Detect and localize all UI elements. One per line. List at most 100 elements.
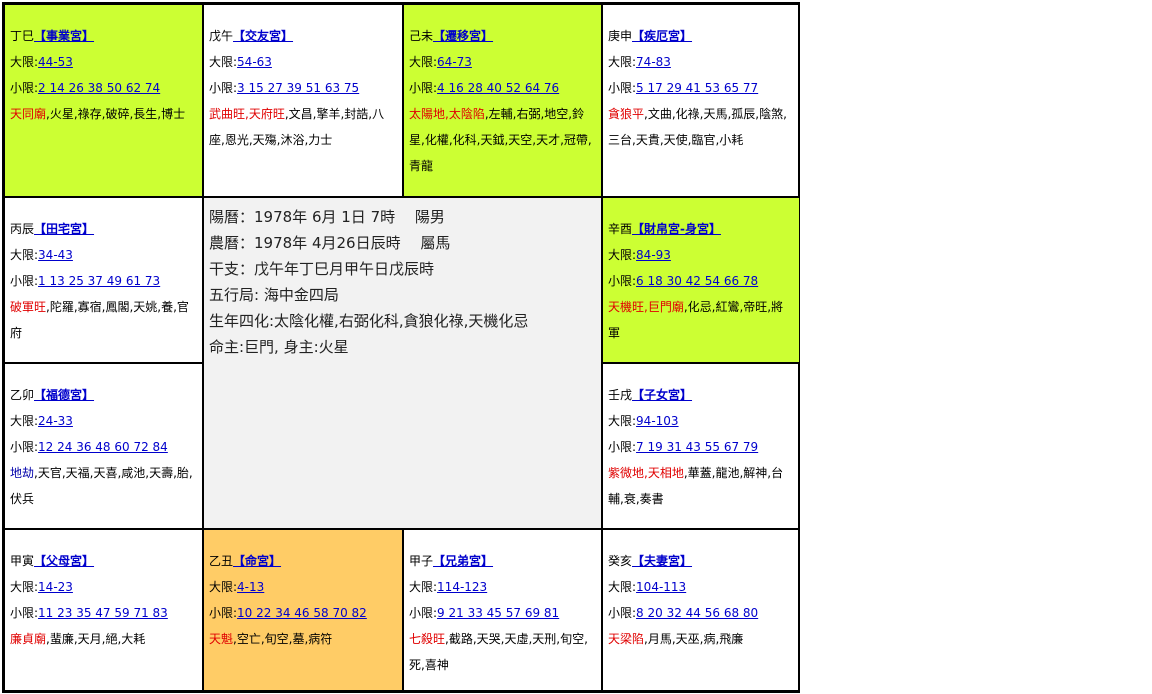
minor-limit-label: 小限:	[409, 81, 438, 95]
major-limit-row: 大限:104-113	[608, 574, 795, 600]
star-group: 天魁	[209, 632, 234, 646]
major-limit-link[interactable]: 14-23	[38, 580, 73, 594]
palace-name-link[interactable]: 【疾厄宮】	[632, 29, 692, 43]
ganzhi-label: 癸亥	[608, 554, 633, 568]
ganzhi-label: 己未	[409, 29, 434, 43]
ziwei-chart-grid: 丁巳【事業宮】 大限:44-53 小限:2 14 26 38 50 62 74 天同廟…	[2, 2, 800, 693]
palace-cell: 乙卯【福德宮】大限:24-33 小限:12 24 36 48 60 72 84 地劫…	[4, 363, 203, 529]
major-limit-row: 大限:84-93	[608, 242, 795, 268]
palace-header: 戊午【交友宮】	[209, 23, 398, 49]
palace-name-link[interactable]: 【子女宮】	[632, 388, 692, 402]
palace-name-link[interactable]: 【命宮】	[233, 554, 281, 568]
ganzhi-label: 戊午	[209, 29, 234, 43]
stars-list: 廉貞廟,蜚廉,天月,絕,大耗	[10, 626, 198, 652]
major-limit-link[interactable]: 64-73	[437, 55, 472, 69]
minor-limit-link[interactable]: 7 19 31 43 55 67 79	[636, 440, 758, 454]
minor-limit-row: 小限:5 17 29 41 53 65 77	[608, 75, 795, 101]
palace-name-link[interactable]: 【夫妻宮】	[632, 554, 692, 568]
stars-list: 天機旺,巨門廟,化忌,紅鸞,帝旺,將軍	[608, 294, 795, 346]
star-group: 紫微地,天相地	[608, 466, 684, 480]
star-group: 地劫	[10, 466, 35, 480]
minor-limit-label: 小限:	[209, 81, 238, 95]
major-limit-label: 大限:	[10, 580, 39, 594]
palace-name-link[interactable]: 【交友宮】	[233, 29, 293, 43]
ganzhi-label: 丙辰	[10, 222, 35, 236]
major-limit-label: 大限:	[608, 414, 637, 428]
palace-name-link[interactable]: 【事業宮】	[34, 29, 94, 43]
major-limit-link[interactable]: 54-63	[237, 55, 272, 69]
minor-limit-row: 小限:11 23 35 47 59 71 83	[10, 600, 198, 626]
major-limit-label: 大限:	[10, 248, 39, 262]
minor-limit-label: 小限:	[10, 440, 39, 454]
minor-limit-link[interactable]: 11 23 35 47 59 71 83	[38, 606, 168, 620]
ganzhi-label: 庚申	[608, 29, 633, 43]
minor-limit-link[interactable]: 10 22 34 46 58 70 82	[237, 606, 367, 620]
minor-limit-link[interactable]: 1 13 25 37 49 61 73	[38, 274, 160, 288]
star-group: 貪狼平	[608, 107, 645, 121]
palace-header: 丁巳【事業宮】	[10, 23, 198, 49]
palace-cell: 辛酉【財帛宮-身宮】大限:84-93 小限:6 18 30 42 54 66 78…	[602, 197, 800, 363]
palace-name-link[interactable]: 【父母宮】	[34, 554, 94, 568]
major-limit-row: 大限:54-63	[209, 49, 398, 75]
minor-limit-link[interactable]: 2 14 26 38 50 62 74	[38, 81, 160, 95]
ganzhi-label: 壬戌	[608, 388, 633, 402]
minor-limit-link[interactable]: 4 16 28 40 52 64 76	[437, 81, 559, 95]
major-limit-link[interactable]: 34-43	[38, 248, 73, 262]
solar-date-line: 陽曆：1978年 6月 1日 7時 陽男	[209, 208, 445, 226]
ganzhi-label: 辛酉	[608, 222, 633, 236]
minor-limit-link[interactable]: 3 15 27 39 51 63 75	[237, 81, 359, 95]
minor-limit-label: 小限:	[608, 606, 637, 620]
minor-limit-label: 小限:	[209, 606, 238, 620]
palace-name-link[interactable]: 【福德宮】	[34, 388, 94, 402]
palace-cell: 戊午【交友宮】 大限:54-63 小限:3 15 27 39 51 63 75 武曲旺…	[203, 4, 403, 197]
stars-list: 武曲旺,天府旺,文昌,擎羊,封誥,八座,恩光,天殤,沐浴,力士	[209, 101, 398, 153]
palace-header: 乙卯【福德宮】	[10, 382, 198, 408]
star-group: 太陽地,太陰陷	[409, 107, 485, 121]
major-limit-label: 大限:	[608, 580, 637, 594]
major-limit-label: 大限:	[409, 580, 438, 594]
major-limit-link[interactable]: 114-123	[437, 580, 487, 594]
palace-name-link[interactable]: 【遷移宮】	[433, 29, 493, 43]
palace-cell: 丙辰【田宅宮】 大限:34-43 小限:1 13 25 37 49 61 73 破軍旺…	[4, 197, 203, 363]
birth-info-panel: 陽曆：1978年 6月 1日 7時 陽男 農曆：1978年 4月26日辰時 屬馬…	[203, 197, 602, 529]
palace-name-link[interactable]: 【財帛宮-身宮】	[632, 222, 721, 236]
minor-limit-row: 小限:1 13 25 37 49 61 73	[10, 268, 198, 294]
major-limit-label: 大限:	[209, 580, 238, 594]
minor-limit-row: 小限:3 15 27 39 51 63 75	[209, 75, 398, 101]
minor-limit-row: 小限:10 22 34 46 58 70 82	[209, 600, 398, 626]
minor-limit-row: 小限:6 18 30 42 54 66 78	[608, 268, 795, 294]
star-group: 廉貞廟	[10, 632, 47, 646]
palace-header: 壬戌【子女宮】	[608, 382, 795, 408]
palace-header: 甲子【兄弟宮】	[409, 548, 597, 574]
major-limit-link[interactable]: 94-103	[636, 414, 679, 428]
five-elements-line: 五行局: 海中金四局	[209, 286, 339, 304]
ganzhi-label: 丁巳	[10, 29, 35, 43]
minor-limit-link[interactable]: 12 24 36 48 60 72 84	[38, 440, 168, 454]
major-limit-row: 大限:64-73	[409, 49, 597, 75]
stars-list: 紫微地,天相地,華蓋,龍池,解神,台輔,衰,奏書	[608, 460, 795, 512]
palace-cell: 乙丑【命宮】 大限:4-13 小限:10 22 34 46 58 70 82 天魁,空…	[203, 529, 403, 691]
palace-header: 庚申【疾厄宮】	[608, 23, 795, 49]
minor-limit-link[interactable]: 5 17 29 41 53 65 77	[636, 81, 758, 95]
major-limit-link[interactable]: 4-13	[237, 580, 264, 594]
major-limit-row: 大限:94-103	[608, 408, 795, 434]
minor-limit-link[interactable]: 8 20 32 44 56 68 80	[636, 606, 758, 620]
minor-limit-link[interactable]: 6 18 30 42 54 66 78	[636, 274, 758, 288]
palace-cell: 庚申【疾厄宮】 大限:74-83 小限:5 17 29 41 53 65 77 貪狼平…	[602, 4, 800, 197]
major-limit-link[interactable]: 84-93	[636, 248, 671, 262]
palace-cell: 己未【遷移宮】大限:64-73 小限:4 16 28 40 52 64 76 太陽地…	[403, 4, 602, 197]
major-limit-link[interactable]: 74-83	[636, 55, 671, 69]
major-limit-link[interactable]: 24-33	[38, 414, 73, 428]
major-limit-link[interactable]: 104-113	[636, 580, 686, 594]
palace-cell: 甲子【兄弟宮】 大限:114-123 小限:9 21 33 45 57 69 81 七…	[403, 529, 602, 691]
palace-name-link[interactable]: 【兄弟宮】	[433, 554, 493, 568]
palace-cell: 壬戌【子女宮】 大限:94-103 小限:7 19 31 43 55 67 79 紫微…	[602, 363, 800, 529]
stars-list: 天同廟,火星,祿存,破碎,長生,博士	[10, 101, 198, 127]
major-limit-link[interactable]: 44-53	[38, 55, 73, 69]
major-limit-label: 大限:	[10, 414, 39, 428]
palace-name-link[interactable]: 【田宅宮】	[34, 222, 94, 236]
major-limit-label: 大限:	[209, 55, 238, 69]
minor-limit-link[interactable]: 9 21 33 45 57 69 81	[437, 606, 559, 620]
ganzhi-label: 甲子	[409, 554, 434, 568]
ganzhi-label: 甲寅	[10, 554, 35, 568]
